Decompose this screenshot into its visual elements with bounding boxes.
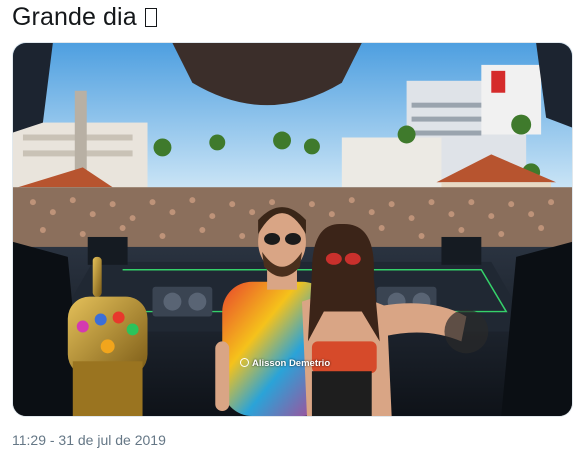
photo-watermark: Alisson Demetrio [240,358,330,369]
copyright-icon [240,358,249,367]
tweet-text: Grande dia [12,3,157,32]
tweet-text-content: Grande dia [12,3,137,31]
missing-glyph-box-icon [144,8,157,27]
tweet-timestamp[interactable]: 11:29 - 31 de jul de 2019 [12,432,166,448]
photo-watermark-text: Alisson Demetrio [252,358,331,369]
